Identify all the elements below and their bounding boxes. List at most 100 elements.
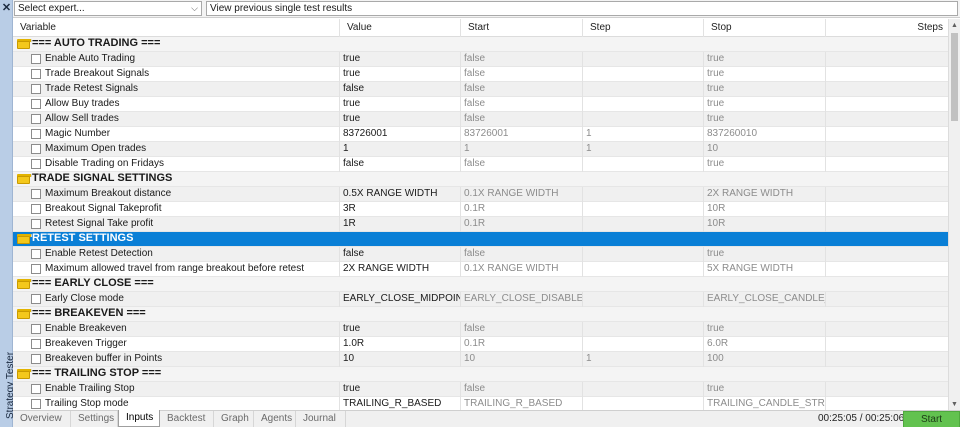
col-stop[interactable]: Stop xyxy=(704,19,826,37)
step-cell[interactable]: 1 xyxy=(583,352,704,367)
stop-cell[interactable]: true xyxy=(704,247,826,262)
start-cell[interactable]: 10 xyxy=(461,352,583,367)
start-cell[interactable]: false xyxy=(461,247,583,262)
stop-cell[interactable]: 6.0R xyxy=(704,337,826,352)
start-cell[interactable]: false xyxy=(461,82,583,97)
group-row[interactable]: === TRAILING STOP === xyxy=(13,367,948,382)
stop-cell[interactable]: EARLY_CLOSE_CANDLE_BA... xyxy=(704,292,826,307)
optimize-checkbox[interactable] xyxy=(31,294,41,304)
param-row[interactable]: Allow Sell trades true false true xyxy=(13,112,948,127)
optimize-checkbox[interactable] xyxy=(31,339,41,349)
stop-cell[interactable]: TRAILING_CANDLE_STRUCT... xyxy=(704,397,826,410)
tab-overview[interactable]: Overview xyxy=(13,411,71,427)
value-cell[interactable]: EARLY_CLOSE_MIDPOINT_... xyxy=(340,292,461,307)
stop-cell[interactable]: 2X RANGE WIDTH xyxy=(704,187,826,202)
start-cell[interactable]: 83726001 xyxy=(461,127,583,142)
value-cell[interactable]: true xyxy=(340,97,461,112)
stop-cell[interactable]: 10R xyxy=(704,202,826,217)
stop-cell[interactable]: true xyxy=(704,67,826,82)
tab-backtest[interactable]: Backtest xyxy=(160,411,214,427)
step-cell[interactable] xyxy=(583,382,704,397)
close-icon[interactable]: ✕ xyxy=(0,0,13,14)
start-cell[interactable]: false xyxy=(461,52,583,67)
start-cell[interactable]: 1 xyxy=(461,142,583,157)
value-cell[interactable]: false xyxy=(340,82,461,97)
stop-cell[interactable]: 10R xyxy=(704,217,826,232)
start-cell[interactable]: TRAILING_R_BASED xyxy=(461,397,583,410)
param-row[interactable]: Breakeven Trigger 1.0R 0.1R 6.0R xyxy=(13,337,948,352)
step-cell[interactable] xyxy=(583,112,704,127)
param-row[interactable]: Enable Auto Trading true false true xyxy=(13,52,948,67)
stop-cell[interactable]: true xyxy=(704,52,826,67)
scroll-down-icon[interactable]: ▼ xyxy=(949,398,960,410)
optimize-checkbox[interactable] xyxy=(31,219,41,229)
param-row[interactable]: Magic Number 83726001 83726001 1 837260010 xyxy=(13,127,948,142)
start-cell[interactable]: 0.1X RANGE WIDTH xyxy=(461,262,583,277)
start-cell[interactable]: false xyxy=(461,157,583,172)
start-cell[interactable]: false xyxy=(461,67,583,82)
scrollbar-thumb[interactable] xyxy=(951,33,958,121)
start-button[interactable]: Start xyxy=(903,411,960,427)
optimize-checkbox[interactable] xyxy=(31,399,41,409)
optimize-checkbox[interactable] xyxy=(31,99,41,109)
stop-cell[interactable]: 100 xyxy=(704,352,826,367)
stop-cell[interactable]: true xyxy=(704,157,826,172)
step-cell[interactable] xyxy=(583,292,704,307)
value-cell[interactable]: true xyxy=(340,322,461,337)
step-cell[interactable] xyxy=(583,97,704,112)
group-row[interactable]: TRADE SIGNAL SETTINGS xyxy=(13,172,948,187)
optimize-checkbox[interactable] xyxy=(31,144,41,154)
tab-inputs[interactable]: Inputs xyxy=(118,410,160,427)
optimize-checkbox[interactable] xyxy=(31,384,41,394)
value-cell[interactable]: true xyxy=(340,67,461,82)
start-cell[interactable]: 0.1R xyxy=(461,337,583,352)
param-row[interactable]: Trade Breakout Signals true false true xyxy=(13,67,948,82)
optimize-checkbox[interactable] xyxy=(31,264,41,274)
optimize-checkbox[interactable] xyxy=(31,249,41,259)
param-row[interactable]: Trade Retest Signals false false true xyxy=(13,82,948,97)
col-variable[interactable]: Variable xyxy=(13,19,340,37)
stop-cell[interactable]: 837260010 xyxy=(704,127,826,142)
param-row[interactable]: Maximum allowed travel from range breako… xyxy=(13,262,948,277)
param-row[interactable]: Trailing Stop mode TRAILING_R_BASED TRAILI… xyxy=(13,397,948,410)
value-cell[interactable]: TRAILING_R_BASED xyxy=(340,397,461,410)
optimize-checkbox[interactable] xyxy=(31,354,41,364)
stop-cell[interactable]: true xyxy=(704,112,826,127)
step-cell[interactable] xyxy=(583,322,704,337)
stop-cell[interactable]: true xyxy=(704,82,826,97)
optimize-checkbox[interactable] xyxy=(31,324,41,334)
step-cell[interactable] xyxy=(583,82,704,97)
stop-cell[interactable]: true xyxy=(704,97,826,112)
value-cell[interactable]: 1.0R xyxy=(340,337,461,352)
param-row[interactable]: Enable Trailing Stop true false true xyxy=(13,382,948,397)
param-row[interactable]: Maximum Breakout distance 0.5X RANGE WIDT… xyxy=(13,187,948,202)
vertical-scrollbar[interactable]: ▲ ▼ xyxy=(948,19,960,410)
view-results-select[interactable]: View previous single test results xyxy=(206,1,958,16)
param-row[interactable]: Breakeven buffer in Points 10 10 1 100 xyxy=(13,352,948,367)
optimize-checkbox[interactable] xyxy=(31,189,41,199)
param-row[interactable]: Enable Breakeven true false true xyxy=(13,322,948,337)
param-row[interactable]: Retest Signal Take profit 1R 0.1R 10R xyxy=(13,217,948,232)
group-row[interactable]: RETEST SETTINGS xyxy=(13,232,948,247)
step-cell[interactable] xyxy=(583,247,704,262)
step-cell[interactable] xyxy=(583,187,704,202)
step-cell[interactable]: 1 xyxy=(583,127,704,142)
expert-select[interactable]: Select expert... ⌵ xyxy=(14,1,202,16)
value-cell[interactable]: 0.5X RANGE WIDTH xyxy=(340,187,461,202)
start-cell[interactable]: false xyxy=(461,112,583,127)
param-row[interactable]: Early Close mode EARLY_CLOSE_MIDPOINT_...… xyxy=(13,292,948,307)
value-cell[interactable]: true xyxy=(340,382,461,397)
step-cell[interactable] xyxy=(583,67,704,82)
step-cell[interactable] xyxy=(583,157,704,172)
tab-settings[interactable]: Settings xyxy=(71,411,118,427)
optimize-checkbox[interactable] xyxy=(31,204,41,214)
tab-graph[interactable]: Graph xyxy=(214,411,254,427)
param-row[interactable]: Breakout Signal Takeprofit 3R 0.1R 10R xyxy=(13,202,948,217)
param-row[interactable]: Enable Retest Detection false false true xyxy=(13,247,948,262)
step-cell[interactable] xyxy=(583,217,704,232)
optimize-checkbox[interactable] xyxy=(31,69,41,79)
value-cell[interactable]: true xyxy=(340,52,461,67)
stop-cell[interactable]: 5X RANGE WIDTH xyxy=(704,262,826,277)
step-cell[interactable] xyxy=(583,397,704,410)
value-cell[interactable]: false xyxy=(340,157,461,172)
